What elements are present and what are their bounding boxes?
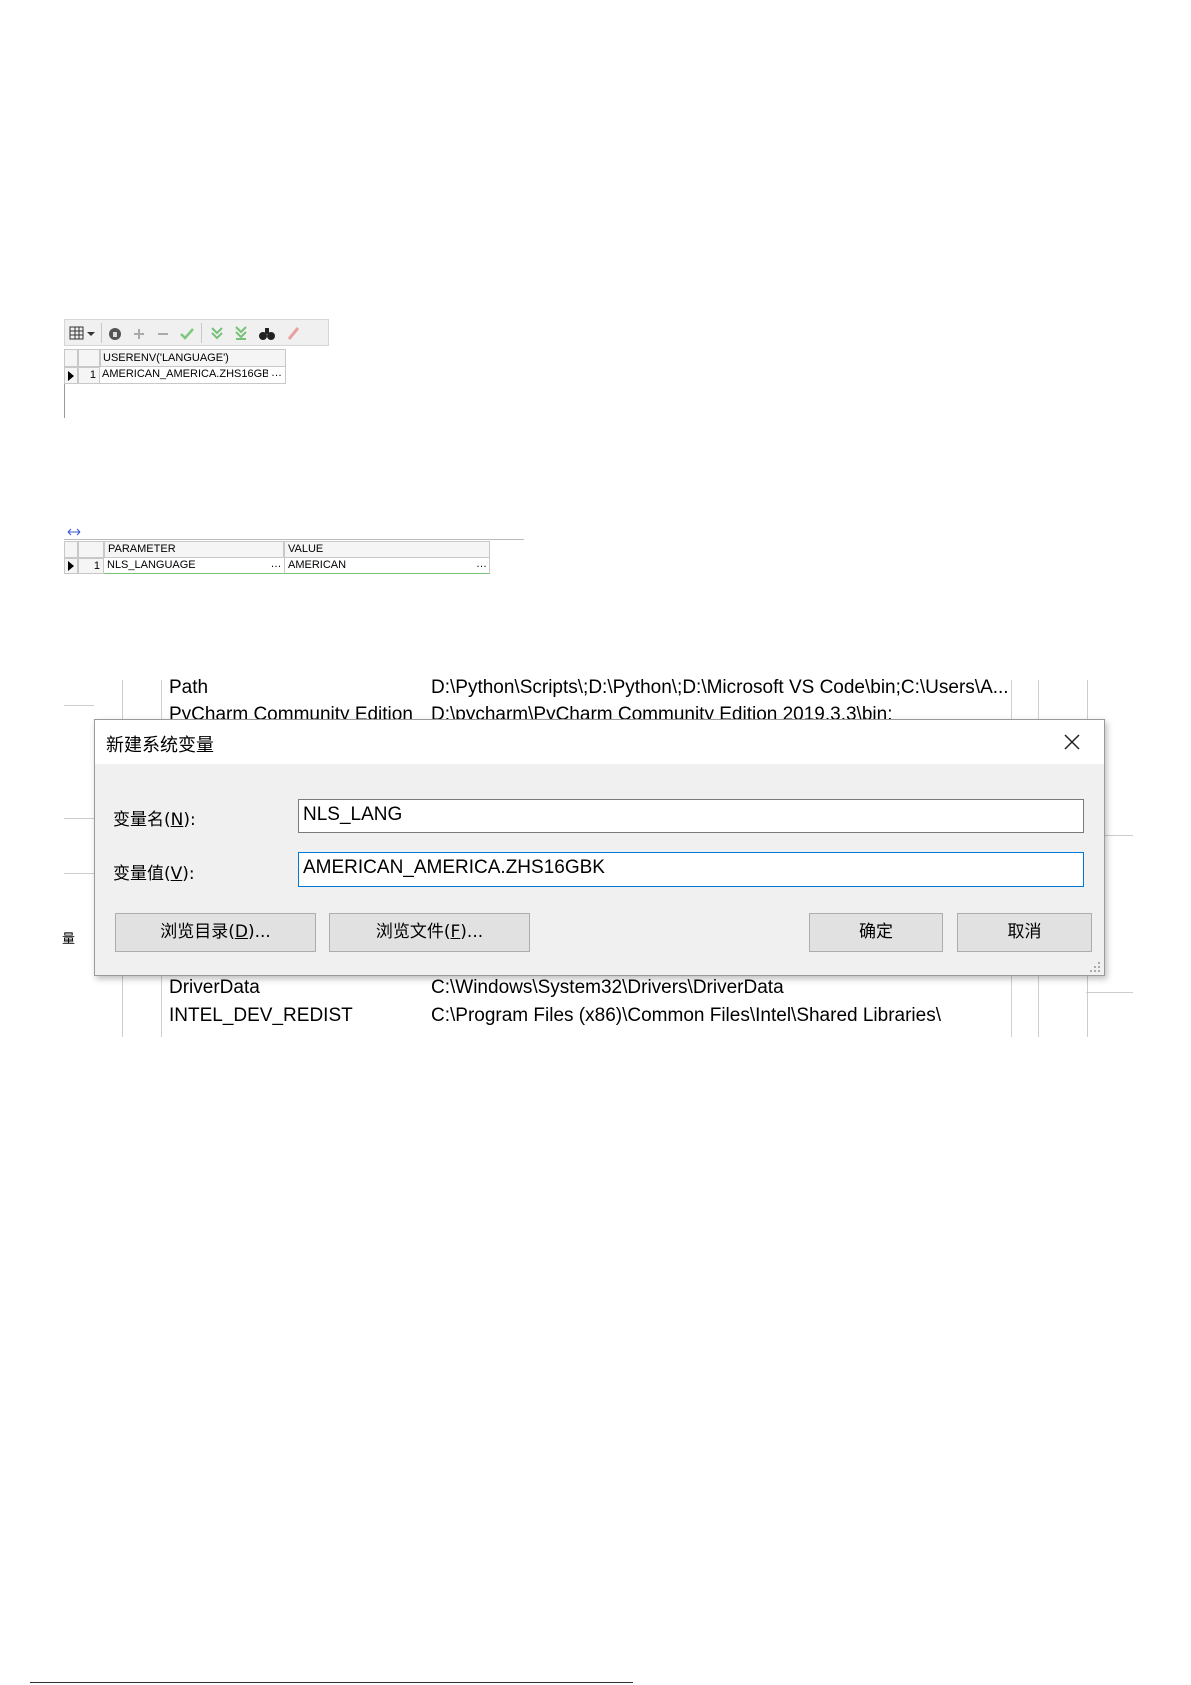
- fetch-last-icon[interactable]: [231, 324, 251, 342]
- lock-icon[interactable]: [105, 324, 125, 342]
- column-header-parameter[interactable]: PARAMETER: [104, 541, 284, 558]
- label-text: ):: [183, 810, 196, 830]
- row-pointer-icon: [68, 561, 74, 571]
- env-var-name[interactable]: DriverData: [169, 977, 260, 999]
- grid-toolbar: [64, 319, 329, 346]
- row-number: 1: [78, 367, 100, 384]
- variable-name-label: 变量名(N):: [113, 805, 196, 830]
- label-text: 变量值(: [113, 864, 171, 884]
- add-icon[interactable]: [129, 324, 149, 342]
- button-text: 浏览目录(: [160, 922, 235, 942]
- env-var-name[interactable]: Path: [169, 677, 208, 699]
- row-pointer-icon: [68, 371, 74, 381]
- variable-name-input[interactable]: NLS_LANG: [298, 799, 1084, 833]
- fetch-next-icon[interactable]: [207, 324, 227, 342]
- row-indicator-header: [64, 349, 78, 367]
- label-text: 变量名(: [113, 810, 171, 830]
- dialog-titlebar[interactable]: 新建系统变量: [95, 720, 1104, 764]
- background-divider: [64, 705, 94, 706]
- label-text: ):: [182, 864, 195, 884]
- access-key: V: [170, 864, 183, 884]
- close-icon[interactable]: [1061, 731, 1083, 753]
- clear-icon[interactable]: [283, 324, 303, 342]
- grid2-toolbar-remnant: [64, 528, 524, 540]
- column-header-userenv[interactable]: USERENV('LANGUAGE'): [100, 349, 286, 367]
- result-grid-parameter: PARAMETER VALUE 1 NLS_LANGUAGE … AMERICA…: [64, 528, 524, 589]
- button-text: )...: [460, 922, 484, 942]
- row-number-header: [78, 541, 104, 558]
- toolbar-divider: [201, 323, 202, 343]
- row-number-header: [78, 349, 100, 367]
- grid-icon[interactable]: [67, 324, 87, 342]
- column-resize-icon: [67, 528, 81, 536]
- row-number: 1: [78, 558, 104, 574]
- access-key: D: [234, 922, 248, 942]
- check-icon[interactable]: [177, 324, 197, 342]
- find-icon[interactable]: [257, 324, 277, 342]
- browse-directory-button[interactable]: 浏览目录(D)...: [115, 913, 316, 952]
- cell-ellipsis-button[interactable]: …: [268, 367, 286, 384]
- cell-value[interactable]: AMERICAN: [284, 558, 474, 574]
- env-var-name[interactable]: INTEL_DEV_REDIST: [169, 1005, 353, 1027]
- cell-parameter[interactable]: NLS_LANGUAGE: [104, 558, 268, 574]
- ok-button[interactable]: 确定: [809, 913, 943, 952]
- toolbar-divider: [101, 323, 102, 343]
- background-divider: [1086, 992, 1133, 993]
- background-text-fragment: 量: [62, 932, 76, 947]
- row-pointer: [64, 367, 78, 384]
- access-key: F: [450, 922, 461, 942]
- row-indicator-header: [64, 541, 78, 558]
- cancel-button[interactable]: 取消: [957, 913, 1092, 952]
- new-system-variable-dialog: 新建系统变量 变量名(N): NLS_LANG 变量值(V): AMERICAN…: [94, 719, 1105, 976]
- cell-language-value[interactable]: AMERICAN_AMERICA.ZHS16GBK: [100, 367, 268, 384]
- background-divider: [64, 873, 94, 874]
- button-text: )...: [247, 922, 271, 942]
- access-key: N: [170, 810, 184, 830]
- env-var-value[interactable]: C:\Program Files (x86)\Common Files\Inte…: [431, 1005, 941, 1027]
- column-header-value[interactable]: VALUE: [284, 541, 490, 558]
- variable-value-input[interactable]: AMERICAN_AMERICA.ZHS16GBK: [298, 852, 1084, 887]
- variable-value-label: 变量值(V):: [113, 859, 195, 884]
- button-text: 浏览文件(: [375, 922, 451, 942]
- dialog-title: 新建系统变量: [106, 735, 214, 756]
- row-pointer: [64, 558, 78, 574]
- result-grid-language: USERENV('LANGUAGE') 1 AMERICAN_AMERICA.Z…: [64, 319, 334, 419]
- cell-value-ellipsis[interactable]: …: [474, 558, 490, 574]
- remove-icon[interactable]: [153, 324, 173, 342]
- env-var-value[interactable]: D:\Python\Scripts\;D:\Python\;D:\Microso…: [431, 677, 1009, 699]
- resize-grip-icon[interactable]: [1089, 961, 1101, 973]
- dropdown-arrow-icon[interactable]: [86, 324, 96, 342]
- cell-parameter-ellipsis[interactable]: …: [268, 558, 284, 574]
- page-footer-line: [30, 1682, 633, 1683]
- grid-left-border: [64, 384, 65, 418]
- browse-file-button[interactable]: 浏览文件(F)...: [329, 913, 530, 952]
- env-var-value[interactable]: C:\Windows\System32\Drivers\DriverData: [431, 977, 784, 999]
- background-divider: [64, 818, 94, 819]
